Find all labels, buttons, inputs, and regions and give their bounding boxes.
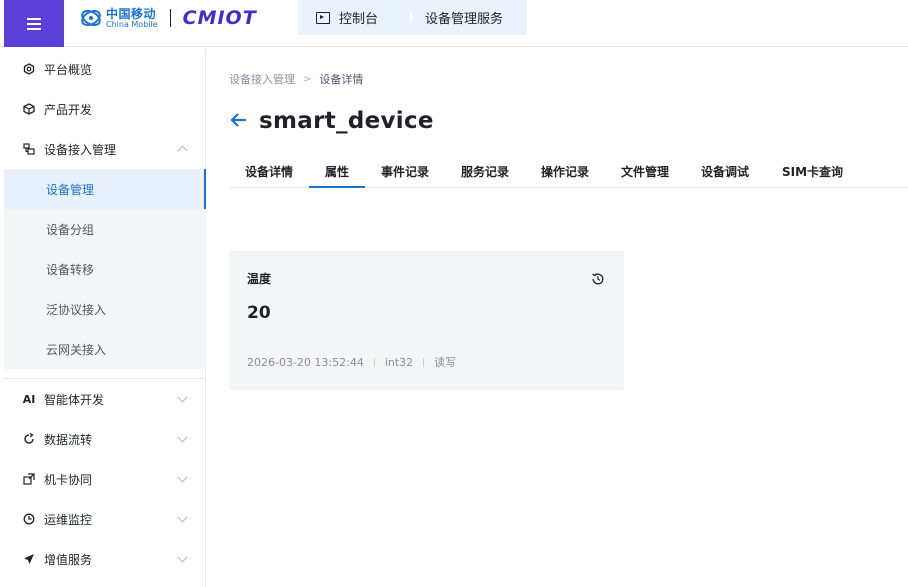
sidebar-item-label: 泛协议接入 <box>46 302 107 317</box>
property-card[interactable]: 温度 20 2026-03-20 13:52:44 int32 读写 <box>229 251 624 390</box>
sidebar-item-label: 运维监控 <box>44 512 93 527</box>
sidebar-item-device-transfer[interactable]: 设备转移 <box>4 249 206 289</box>
ai-icon: AI <box>22 392 36 406</box>
sidebar-item-label: 机卡协同 <box>44 472 93 487</box>
breadcrumb: 设备接入管理 > 设备详情 <box>229 71 363 87</box>
breadcrumb-device-detail: 设备详情 <box>319 73 364 86</box>
hamburger-icon <box>27 17 41 30</box>
tab-device-management-service[interactable]: 设备管理服务 <box>405 0 527 35</box>
sidebar-item-device-management[interactable]: 设备管理 <box>4 169 206 209</box>
sidebar-item-label: 设备接入管理 <box>44 142 117 157</box>
main-content: 设备接入管理 > 设备详情 smart_device 设备详情 属性 事件记录 … <box>207 48 908 587</box>
meta-divider <box>373 357 375 367</box>
tab-event-records[interactable]: 事件记录 <box>381 163 429 188</box>
tab-operation-records[interactable]: 操作记录 <box>541 163 589 188</box>
data-flow-icon <box>23 433 35 445</box>
sidebar-item-label: 设备分组 <box>46 222 95 237</box>
tab-device-detail[interactable]: 设备详情 <box>245 163 293 188</box>
tab-device-debug[interactable]: 设备调试 <box>701 163 749 188</box>
china-mobile-icon <box>81 9 101 27</box>
card-sync-icon <box>23 473 35 485</box>
back-arrow-icon[interactable] <box>229 110 249 130</box>
sidebar-item-label: 数据流转 <box>44 432 93 447</box>
breadcrumb-device-access[interactable]: 设备接入管理 <box>229 71 295 87</box>
china-mobile-logo: 中国移动 China Mobile <box>80 7 158 29</box>
value-added-icon <box>23 553 35 565</box>
sidebar-item-overview[interactable]: 平台概览 <box>4 49 206 89</box>
sidebar-item-label: 产品开发 <box>44 102 93 117</box>
sidebar-item-generic-protocol[interactable]: 泛协议接入 <box>4 289 206 329</box>
tab-service-records[interactable]: 服务记录 <box>461 163 509 188</box>
menu-toggle-button[interactable] <box>4 0 64 47</box>
chevron-up-icon <box>177 145 188 156</box>
sidebar-item-device-access[interactable]: 设备接入管理 <box>4 129 206 169</box>
property-name: 温度 <box>247 272 272 286</box>
sidebar-item-device-group[interactable]: 设备分组 <box>4 209 206 249</box>
device-access-icon <box>23 143 35 155</box>
sidebar-item-product-dev[interactable]: 产品开发 <box>4 89 206 129</box>
brand-name-en: China Mobile <box>106 19 158 29</box>
sidebar-item-card-sync[interactable]: 机卡协同 <box>4 459 206 499</box>
sidebar-item-value-added[interactable]: 增值服务 <box>4 539 206 579</box>
property-meta: 2026-03-20 13:52:44 int32 读写 <box>247 354 456 370</box>
sidebar: 平台概览 产品开发 设备接入管理 设备管理 设备分组 设备转移 泛协议接入 云网… <box>4 49 206 587</box>
tab-sim-query[interactable]: SIM卡查询 <box>782 163 843 188</box>
sidebar-item-ops-monitor[interactable]: 运维监控 <box>4 499 206 539</box>
sidebar-item-agent-dev[interactable]: AI 智能体开发 <box>4 379 206 419</box>
sidebar-item-label: 云网关接入 <box>46 342 107 357</box>
console-icon <box>316 11 330 24</box>
overview-icon <box>23 63 35 75</box>
top-bar: 中国移动 China Mobile CMIOT 控制台 设备管理服务 <box>0 0 908 47</box>
chevron-down-icon <box>177 552 188 563</box>
breadcrumb-separator: > <box>303 73 312 85</box>
history-icon[interactable] <box>591 272 605 286</box>
tab-properties[interactable]: 属性 <box>309 163 365 188</box>
sidebar-item-label: 增值服务 <box>44 552 93 567</box>
property-access: 读写 <box>434 356 457 369</box>
sidebar-item-data-flow[interactable]: 数据流转 <box>4 419 206 459</box>
property-data-type: int32 <box>384 355 414 369</box>
tab-console[interactable]: 控制台 <box>298 0 410 35</box>
chevron-down-icon <box>177 432 188 443</box>
chevron-down-icon <box>177 392 188 403</box>
chevron-down-icon <box>177 472 188 483</box>
detail-tabs: 设备详情 属性 事件记录 服务记录 操作记录 文件管理 设备调试 SIM卡查询 <box>229 155 908 188</box>
cube-icon <box>23 103 35 115</box>
property-timestamp: 2026-03-20 13:52:44 <box>247 355 364 369</box>
tab-console-label: 控制台 <box>339 12 379 27</box>
brand-name-zh: 中国移动 <box>106 6 157 21</box>
sidebar-item-label: 设备管理 <box>46 182 95 197</box>
sidebar-item-cloud-gateway[interactable]: 云网关接入 <box>4 329 206 369</box>
brand-logo[interactable]: 中国移动 China Mobile CMIOT <box>80 5 257 31</box>
chevron-down-icon <box>177 512 188 523</box>
tab-service-label: 设备管理服务 <box>425 12 504 27</box>
sidebar-item-label: 设备转移 <box>46 262 95 277</box>
page-title: smart_device <box>259 108 434 134</box>
cmiot-logo: CMIOT <box>182 7 257 29</box>
monitor-icon <box>23 513 35 525</box>
brand-divider <box>169 9 171 27</box>
sidebar-item-label: 平台概览 <box>44 62 93 77</box>
meta-divider <box>423 357 425 367</box>
property-value: 20 <box>247 303 271 323</box>
sidebar-item-label: 智能体开发 <box>44 392 105 407</box>
tab-file-management[interactable]: 文件管理 <box>621 163 669 188</box>
